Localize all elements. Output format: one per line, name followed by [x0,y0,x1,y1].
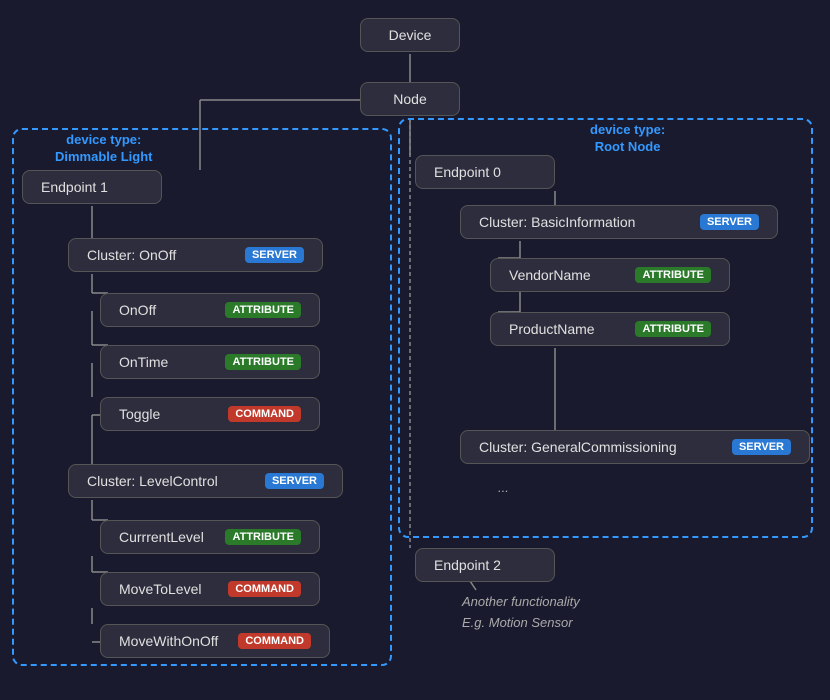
attr-currentlevel-badge: ATTRIBUTE [225,529,301,545]
endpoint-0: Endpoint 0 [415,155,555,189]
cmd-toggle: Toggle COMMAND [100,397,320,431]
cmd-movewithonoff-label: MoveWithOnOff [119,633,218,649]
cluster-levelcontrol: Cluster: LevelControl SERVER [68,464,343,498]
attr-currentlevel: CurrrentLevel ATTRIBUTE [100,520,320,554]
device-node: Device [360,18,460,52]
diagram-container: Device Node device type:Dimmable Light d… [0,0,830,700]
attr-onoff-label: OnOff [119,302,156,318]
attr-vendorname-label: VendorName [509,267,591,283]
cluster-levelcontrol-label: Cluster: LevelControl [87,473,218,489]
cmd-movewithonoff-badge: COMMAND [238,633,311,649]
cluster-levelcontrol-badge: SERVER [265,473,324,489]
cluster-onoff-label: Cluster: OnOff [87,247,176,263]
cmd-toggle-badge: COMMAND [228,406,301,422]
attr-productname: ProductName ATTRIBUTE [490,312,730,346]
cluster-onoff-badge: SERVER [245,247,304,263]
cmd-movetolevel: MoveToLevel COMMAND [100,572,320,606]
ep2-description: Another functionalityE.g. Motion Sensor [462,592,580,634]
attr-vendorname-badge: ATTRIBUTE [635,267,711,283]
cluster-generalcomm-badge: SERVER [732,439,791,455]
cluster-generalcomm: Cluster: GeneralCommissioning SERVER [460,430,810,464]
cmd-movetolevel-label: MoveToLevel [119,581,202,597]
attr-ontime-label: OnTime [119,354,168,370]
endpoint-1: Endpoint 1 [22,170,162,204]
cluster-basicinfo-label: Cluster: BasicInformation [479,214,635,230]
cluster-generalcomm-label: Cluster: GeneralCommissioning [479,439,677,455]
attr-currentlevel-label: CurrrentLevel [119,529,204,545]
device-label: Device [389,27,432,43]
endpoint-2-label: Endpoint 2 [434,557,501,573]
root-node-label: device type:Root Node [590,122,665,156]
cmd-movetolevel-badge: COMMAND [228,581,301,597]
attr-ontime-badge: ATTRIBUTE [225,354,301,370]
attr-vendorname: VendorName ATTRIBUTE [490,258,730,292]
attr-ontime: OnTime ATTRIBUTE [100,345,320,379]
endpoint-1-label: Endpoint 1 [41,179,108,195]
endpoint-2: Endpoint 2 [415,548,555,582]
cluster-basicinfo-badge: SERVER [700,214,759,230]
cluster-basicinfo: Cluster: BasicInformation SERVER [460,205,778,239]
node-label: Node [393,91,426,107]
attr-productname-label: ProductName [509,321,595,337]
attr-productname-badge: ATTRIBUTE [635,321,711,337]
cmd-movewithonoff: MoveWithOnOff COMMAND [100,624,330,658]
node-node: Node [360,82,460,116]
cmd-toggle-label: Toggle [119,406,160,422]
root-more-ellipsis: ... [498,480,509,495]
attr-onoff-badge: ATTRIBUTE [225,302,301,318]
cluster-onoff: Cluster: OnOff SERVER [68,238,323,272]
dimmable-light-label: device type:Dimmable Light [55,132,153,166]
attr-onoff: OnOff ATTRIBUTE [100,293,320,327]
endpoint-0-label: Endpoint 0 [434,164,501,180]
